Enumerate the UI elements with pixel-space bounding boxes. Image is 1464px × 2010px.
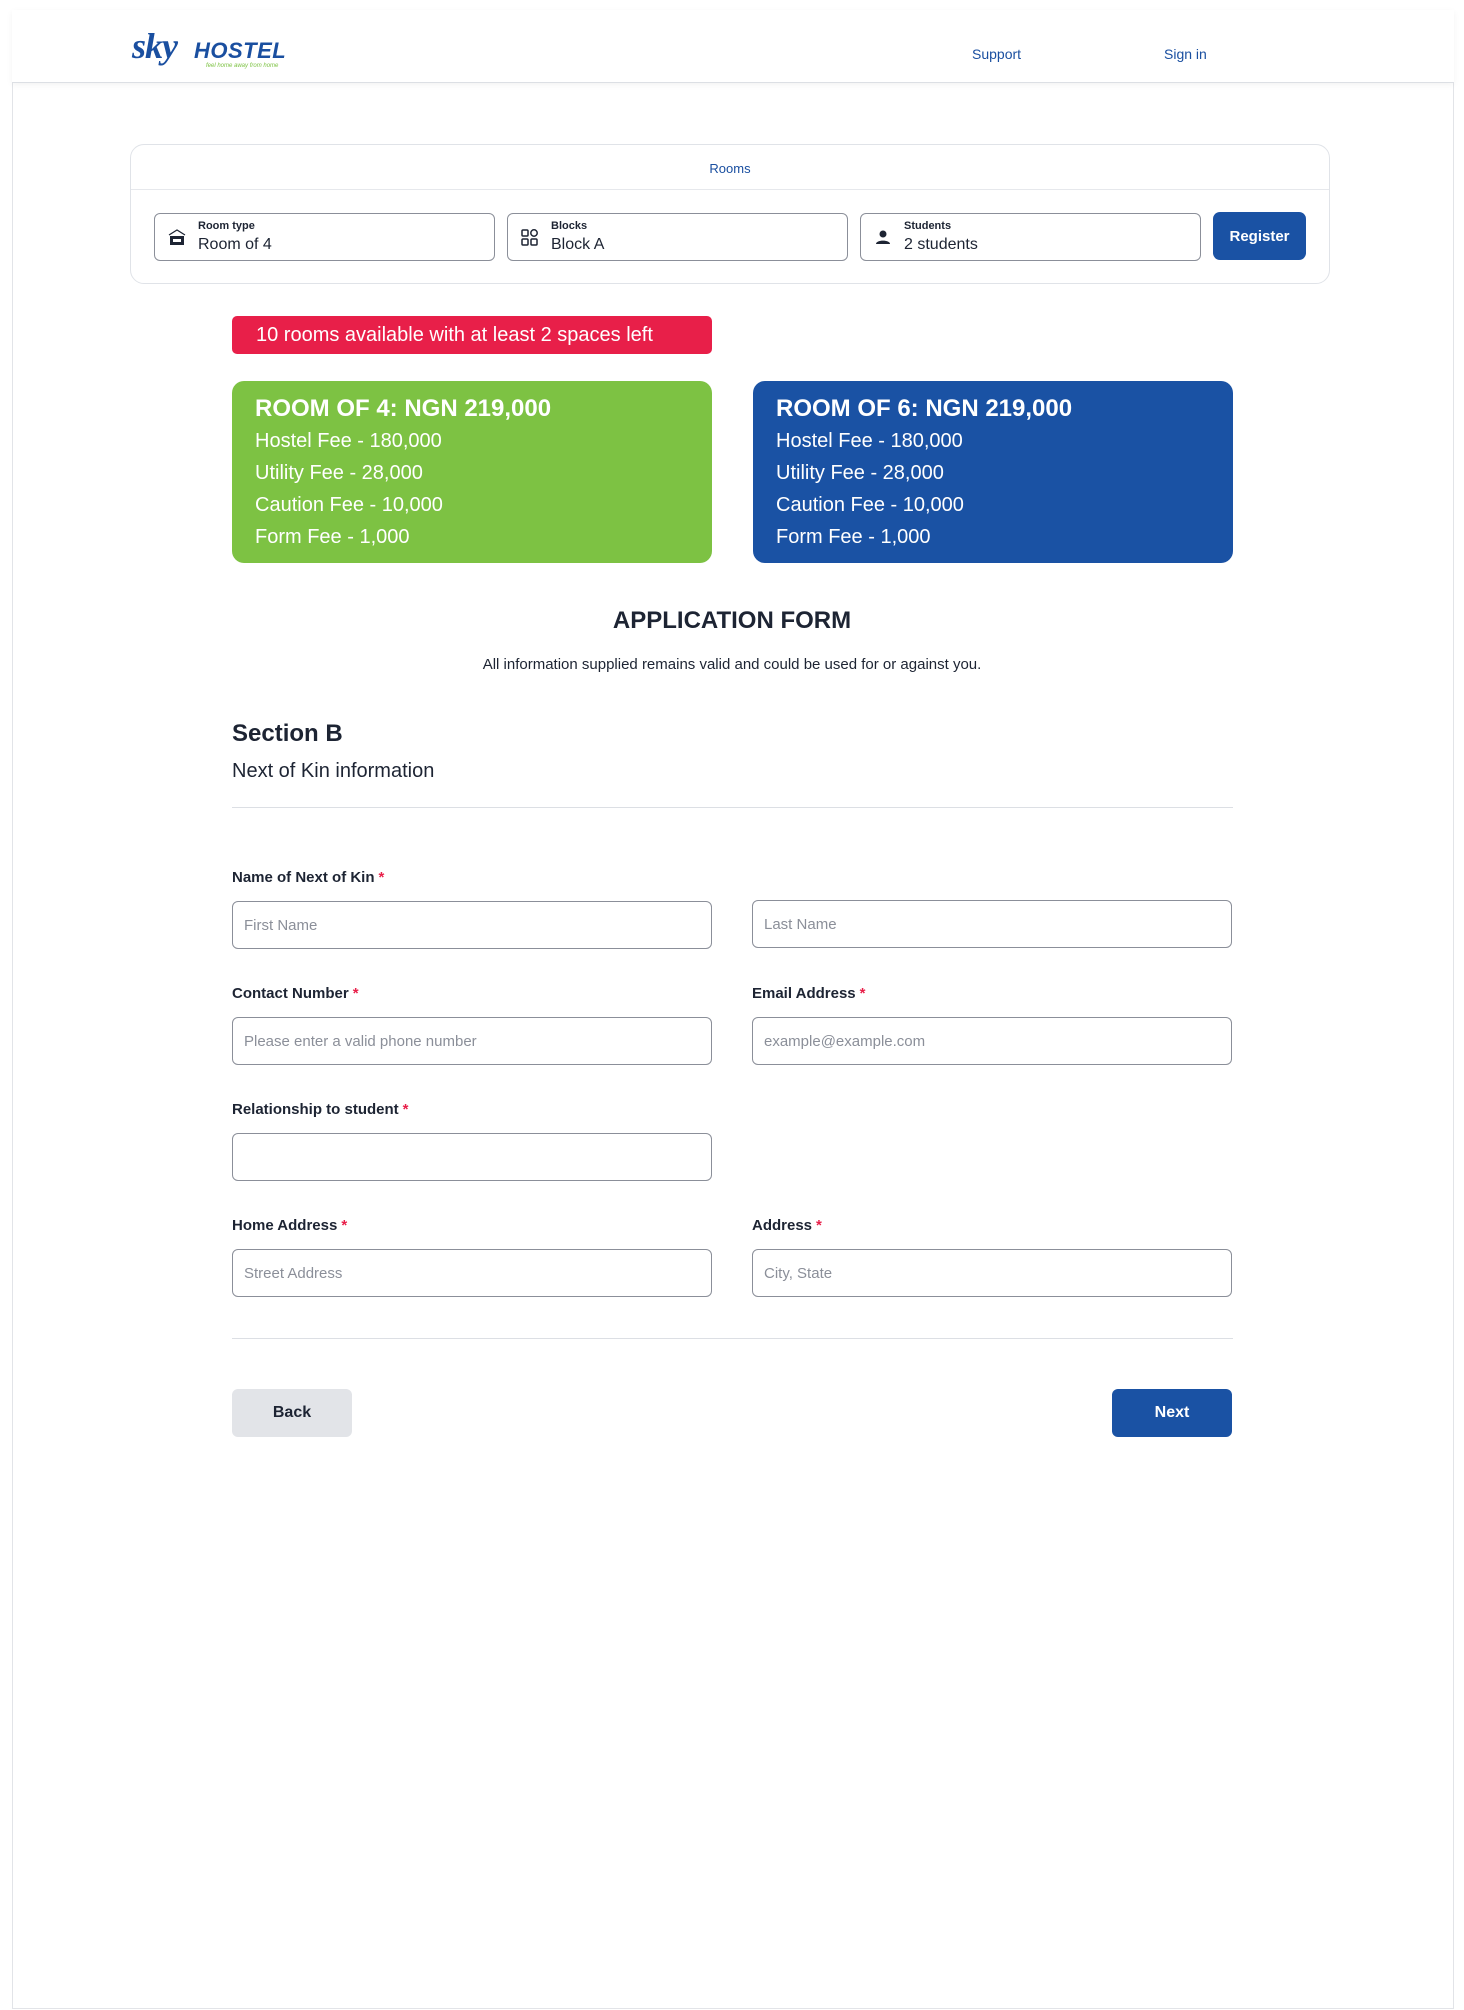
logo-hostel-text: HOSTEL [194,38,287,63]
caution-fee: Caution Fee - 10,000 [776,494,964,516]
relationship-label: Relationship to student * [232,1101,409,1118]
address-label: Address * [752,1217,822,1234]
kin-name-label-text: Name of Next of Kin [232,869,375,886]
section-divider [232,807,1233,808]
room-type-select[interactable]: Room type Room of 4 [154,213,495,261]
students-label: Students [904,220,952,232]
students-select[interactable]: Students 2 students [860,213,1201,261]
form-fee: Form Fee - 1,000 [776,526,931,548]
page-frame [12,10,1454,2009]
required-mark: * [378,869,385,886]
room-type-label: Room type [198,220,255,232]
required-mark: * [402,1101,409,1118]
city-state-input[interactable] [752,1249,1232,1297]
top-header: sky HOSTEL feel home away from home Supp… [12,10,1454,83]
form-fee: Form Fee - 1,000 [255,526,410,548]
room-card-title: ROOM OF 4: NGN 219,000 [255,395,552,422]
person-icon [873,228,893,248]
back-button[interactable]: Back [232,1389,352,1437]
email-address-label: Email Address * [752,985,866,1002]
skyhostel-logo[interactable]: sky HOSTEL feel home away from home [132,25,292,73]
street-address-input[interactable] [232,1249,712,1297]
rooms-card-title: Rooms [131,145,1329,190]
room-of-4-card: ROOM OF 4: NGN 219,000 Hostel Fee - 180,… [232,381,712,563]
room-door-icon [167,228,187,248]
availability-banner: 10 rooms available with at least 2 space… [232,316,712,354]
email-address-label-text: Email Address [752,985,856,1002]
logo-tagline: feel home away from home [206,63,279,69]
contact-number-input[interactable] [232,1017,712,1065]
form-footer-divider [232,1338,1233,1339]
blocks-icon [520,228,540,248]
required-mark: * [859,985,866,1002]
blocks-select[interactable]: Blocks Block A [507,213,848,261]
rooms-search-card: Rooms Room type Room of 4 Blocks Block A [130,144,1330,284]
required-mark: * [816,1217,822,1234]
blocks-value: Block A [551,236,605,253]
section-subtitle: Next of Kin information [232,760,435,782]
home-address-label-text: Home Address [232,1217,338,1234]
logo-sky-text: sky [132,26,178,66]
utility-fee: Utility Fee - 28,000 [255,462,423,484]
application-form-title: APPLICATION FORM [612,607,852,634]
relationship-input[interactable] [232,1133,712,1181]
nav-support-link[interactable]: Support [972,46,1021,62]
kin-first-name-input[interactable] [232,901,712,949]
address-label-text: Address [752,1217,813,1234]
nav-signin-link[interactable]: Sign in [1164,46,1207,62]
hostel-fee: Hostel Fee - 180,000 [255,430,442,452]
required-mark: * [341,1217,348,1234]
room-of-6-card: ROOM OF 6: NGN 219,000 Hostel Fee - 180,… [753,381,1233,563]
room-type-value: Room of 4 [198,236,272,253]
home-address-label: Home Address * [232,1217,347,1234]
register-button[interactable]: Register [1213,212,1306,260]
next-button[interactable]: Next [1112,1389,1232,1437]
kin-name-label: Name of Next of Kin * [232,869,384,886]
application-form-subtitle: All information supplied remains valid a… [482,656,982,673]
section-title: Section B [232,720,343,747]
caution-fee: Caution Fee - 10,000 [255,494,443,516]
utility-fee: Utility Fee - 28,000 [776,462,944,484]
required-mark: * [352,985,359,1002]
email-address-input[interactable] [752,1017,1232,1065]
contact-number-label: Contact Number * [232,985,359,1002]
relationship-label-text: Relationship to student [232,1101,399,1118]
room-card-title: ROOM OF 6: NGN 219,000 [776,395,1073,422]
students-value: 2 students [904,236,978,253]
blocks-label: Blocks [551,220,588,232]
hostel-fee: Hostel Fee - 180,000 [776,430,963,452]
kin-last-name-input[interactable] [752,900,1232,948]
contact-number-label-text: Contact Number [232,985,349,1002]
